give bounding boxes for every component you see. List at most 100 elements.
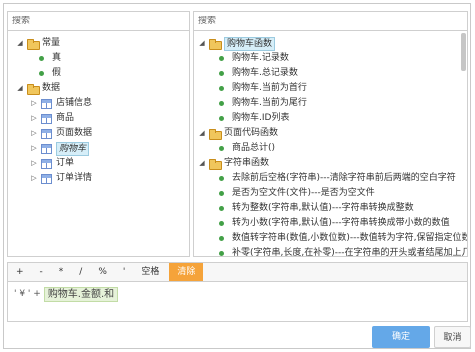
collapse-toggle-icon[interactable]: ◢ xyxy=(198,36,206,51)
tree-node-label: 商品 xyxy=(56,113,75,123)
expand-toggle-icon[interactable]: ▷ xyxy=(30,171,38,186)
table-icon xyxy=(41,143,52,154)
tree-node-cart[interactable]: ▷ 购物车 xyxy=(8,141,189,156)
func-item[interactable]: 补零(字符串,长度,在补零)---在字符串的开头或者结尾加上几个零,让字 xyxy=(194,246,468,257)
func-item[interactable]: 购物车.ID列表 xyxy=(194,111,467,126)
func-item[interactable]: 商品总计() xyxy=(194,141,467,156)
table-icon xyxy=(41,158,52,169)
func-group-string[interactable]: ◢ 字符串函数 xyxy=(194,156,467,171)
tree-leaf-label: 真 xyxy=(52,53,62,63)
tree-node-label-selected: 购物车 xyxy=(56,141,90,156)
func-item[interactable]: 是否为空文件(文件)---是否为空文件 xyxy=(194,186,467,201)
expression-editor-dialog: ◢ 常量 真 假 ◢ 数据 ▷ 店铺信息 xyxy=(3,3,471,349)
leaf-dot-icon xyxy=(219,176,224,181)
leaf-dot-icon xyxy=(39,71,44,76)
func-item[interactable]: 购物车.记录数 xyxy=(194,51,467,66)
collapse-toggle-icon[interactable]: ◢ xyxy=(16,81,24,96)
tree-node-label: 数据 xyxy=(42,83,61,93)
table-icon xyxy=(41,128,52,139)
tree-leaf-true[interactable]: 真 xyxy=(8,51,189,66)
expression-area[interactable]: ' ¥ ' + 购物车.金额.和 xyxy=(7,281,468,322)
op-plus-button[interactable]: + xyxy=(8,263,32,281)
func-item-label: 购物车.总记录数 xyxy=(232,68,298,78)
func-item-label: 商品总计() xyxy=(232,143,276,153)
leaf-dot-icon xyxy=(219,206,224,211)
expand-toggle-icon[interactable]: ▷ xyxy=(30,126,38,141)
func-item-label: 补零(字符串,长度,在补零)---在字符串的开头或者结尾加上几个零,让字 xyxy=(232,248,468,257)
tree-leaf-false[interactable]: 假 xyxy=(8,66,189,81)
tree-node-page-data[interactable]: ▷ 页面数据 xyxy=(8,126,189,141)
ok-button[interactable]: 确定 xyxy=(372,326,430,348)
left-search-input[interactable] xyxy=(12,16,189,26)
leaf-dot-icon xyxy=(219,71,224,76)
leaf-dot-icon xyxy=(219,86,224,91)
leaf-dot-icon xyxy=(219,221,224,226)
tree-node-order[interactable]: ▷ 订单 xyxy=(8,156,189,171)
op-modulo-button[interactable]: % xyxy=(90,263,115,281)
func-item-label: 去除前后空格(字符串)---清除字符串前后两端的空白字符 xyxy=(232,173,456,183)
collapse-toggle-icon[interactable]: ◢ xyxy=(16,36,24,51)
func-group-label: 字符串函数 xyxy=(224,158,270,168)
func-item[interactable]: 购物车.当前为首行 xyxy=(194,81,467,96)
folder-icon xyxy=(209,39,222,50)
tree-node-data[interactable]: ◢ 数据 xyxy=(8,81,189,96)
func-item-label: 转为整数(字符串,默认值)---字符串转换成整数 xyxy=(232,203,414,213)
scrollbar-thumb[interactable] xyxy=(461,33,466,71)
tree-node-label: 店铺信息 xyxy=(56,98,93,108)
table-icon xyxy=(41,173,52,184)
tree-node-order-details[interactable]: ▷ 订单详情 xyxy=(8,171,189,186)
func-item-label: 转为小数(字符串,默认值)---字符串转换成带小数的数值 xyxy=(232,218,450,228)
tree-node-store-info[interactable]: ▷ 店铺信息 xyxy=(8,96,189,111)
func-item-label: 数值转字符串(数值,小数位数)---数值转为字符,保留指定位数小数 xyxy=(232,233,468,243)
tree-leaf-label: 假 xyxy=(52,68,62,78)
folder-icon xyxy=(209,129,222,140)
leaf-dot-icon xyxy=(219,101,224,106)
leaf-dot-icon xyxy=(219,251,224,256)
table-icon xyxy=(41,113,52,124)
leaf-dot-icon xyxy=(219,56,224,61)
func-item[interactable]: 购物车.当前为尾行 xyxy=(194,96,467,111)
tree-node-label: 页面数据 xyxy=(56,128,93,138)
folder-icon xyxy=(209,159,222,170)
func-item[interactable]: 去除前后空格(字符串)---清除字符串前后两端的空白字符 xyxy=(194,171,467,186)
func-item[interactable]: 数值转字符串(数值,小数位数)---数值转为字符,保留指定位数小数 xyxy=(194,231,467,246)
data-tree: ◢ 常量 真 假 ◢ 数据 ▷ 店铺信息 ▷ 商品 ▷ 页面数据 ▷ 购物车 ▷… xyxy=(8,31,189,186)
folder-icon xyxy=(27,39,40,50)
clear-button[interactable]: 清除 xyxy=(169,263,204,281)
op-multiply-button[interactable]: * xyxy=(51,263,72,281)
op-minus-button[interactable]: - xyxy=(32,263,51,281)
func-group-cart[interactable]: ◢ 购物车函数 xyxy=(194,36,467,51)
tree-node-label: 订单 xyxy=(56,158,75,168)
cancel-button[interactable]: 取消 xyxy=(434,326,471,348)
leaf-dot-icon xyxy=(219,191,224,196)
tree-node-goods[interactable]: ▷ 商品 xyxy=(8,111,189,126)
leaf-dot-icon xyxy=(39,56,44,61)
func-item[interactable]: 转为整数(字符串,默认值)---字符串转换成整数 xyxy=(194,201,467,216)
func-group-label: 购物车函数 xyxy=(224,36,276,51)
func-item-label: 购物车.记录数 xyxy=(232,53,289,63)
func-item-label: 购物车.当前为首行 xyxy=(232,83,307,93)
op-quote-button[interactable]: ' xyxy=(115,263,133,281)
expand-toggle-icon[interactable]: ▷ xyxy=(30,96,38,111)
right-search-input[interactable] xyxy=(198,16,467,26)
expand-toggle-icon[interactable]: ▷ xyxy=(30,156,38,171)
expression-token-chip[interactable]: 购物车.金额.和 xyxy=(43,287,119,302)
leaf-dot-icon xyxy=(219,116,224,121)
collapse-toggle-icon[interactable]: ◢ xyxy=(198,126,206,141)
tree-node-constants[interactable]: ◢ 常量 xyxy=(8,36,189,51)
right-search-box xyxy=(194,12,467,31)
tree-node-label: 订单详情 xyxy=(56,173,93,183)
func-item-label: 是否为空文件(文件)---是否为空文件 xyxy=(232,188,375,198)
expand-toggle-icon[interactable]: ▷ xyxy=(30,111,38,126)
expand-toggle-icon[interactable]: ▷ xyxy=(30,141,38,156)
op-divide-button[interactable]: / xyxy=(71,263,90,281)
vertical-scrollbar[interactable] xyxy=(460,33,466,253)
collapse-toggle-icon[interactable]: ◢ xyxy=(198,156,206,171)
data-tree-panel: ◢ 常量 真 假 ◢ 数据 ▷ 店铺信息 xyxy=(7,11,190,257)
func-group-page-code[interactable]: ◢ 页面代码函数 xyxy=(194,126,467,141)
func-item[interactable]: 购物车.总记录数 xyxy=(194,66,467,81)
op-space-button[interactable]: 空格 xyxy=(133,263,167,281)
func-item[interactable]: 转为小数(字符串,默认值)---字符串转换成带小数的数值 xyxy=(194,216,467,231)
table-icon xyxy=(41,98,52,109)
func-item-label: 购物车.ID列表 xyxy=(232,113,290,123)
